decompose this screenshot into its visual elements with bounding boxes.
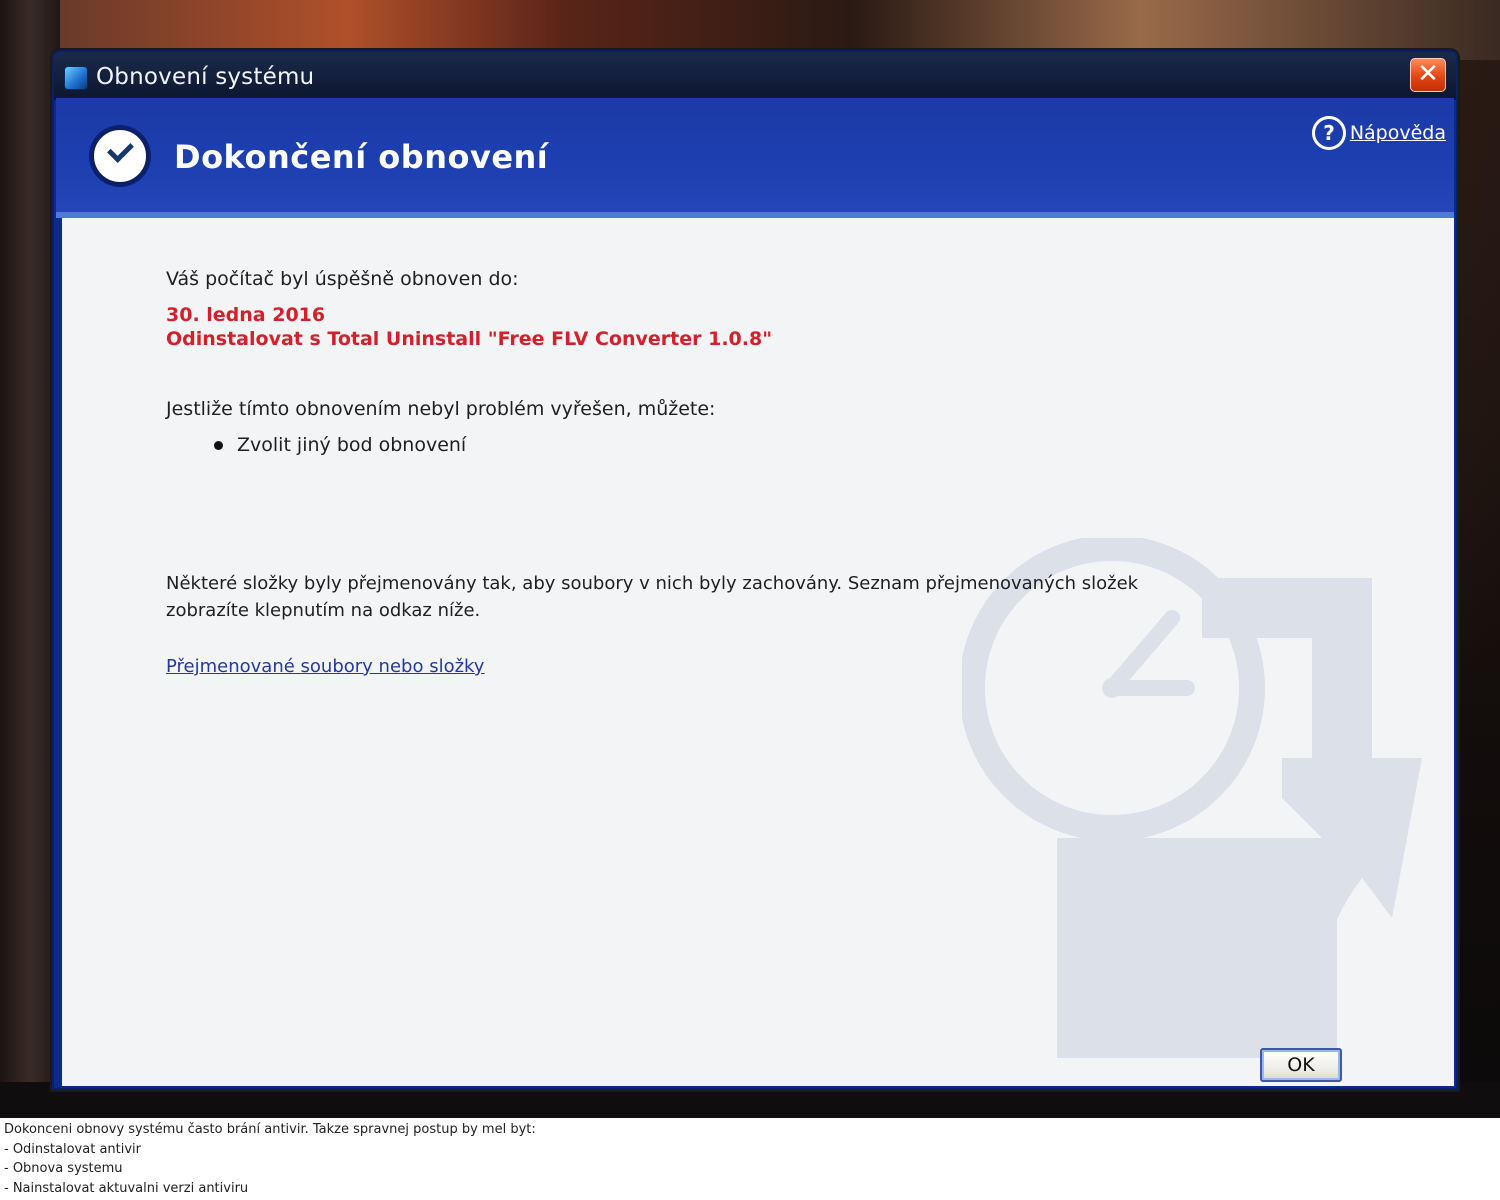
close-button[interactable]: ✕ bbox=[1410, 58, 1446, 92]
photo-background: Obnovení systému ✕ Dokončení obnovení ? … bbox=[0, 0, 1500, 1118]
page-title: Dokončení obnovení bbox=[174, 138, 549, 176]
restore-success-text: Váš počítač byl úspěšně obnoven do: bbox=[166, 268, 519, 290]
help-icon[interactable]: ? bbox=[1312, 116, 1346, 150]
checkmark-icon bbox=[92, 128, 148, 184]
list-item: Zvolit jiný bod obnovení bbox=[214, 434, 466, 456]
content-area: Váš počítač byl úspěšně obnoven do: 30. … bbox=[62, 218, 1454, 1086]
caption-line: Dokonceni obnovy systému často brání ant… bbox=[4, 1122, 536, 1137]
caption-line: - Odinstalovat antivir bbox=[4, 1141, 142, 1157]
header-band: Dokončení obnovení ? Nápověda bbox=[56, 98, 1454, 218]
title-bar[interactable]: Obnovení systému ✕ bbox=[54, 52, 1456, 100]
system-restore-window: Obnovení systému ✕ Dokončení obnovení ? … bbox=[52, 50, 1458, 1090]
restore-point-date: 30. ledna 2016 bbox=[166, 304, 326, 326]
bullet-icon bbox=[214, 441, 223, 450]
renamed-files-link[interactable]: Přejmenované soubory nebo složky bbox=[166, 656, 484, 677]
caption-line: - Obnova systemu bbox=[4, 1161, 123, 1176]
caption-line: - Nainstalovat aktuvalni verzi antiviru bbox=[4, 1180, 249, 1196]
restore-point-description: Odinstalovat s Total Uninstall "Free FLV… bbox=[166, 328, 773, 350]
system-restore-icon bbox=[64, 66, 88, 90]
caption: Dokonceni obnovy systému často brání ant… bbox=[4, 1120, 1494, 1198]
window-title: Obnovení systému bbox=[96, 64, 315, 90]
help-link[interactable]: Nápověda bbox=[1350, 122, 1446, 144]
desktop-wallpaper-left bbox=[0, 0, 60, 1118]
ok-button[interactable]: OK bbox=[1260, 1048, 1342, 1082]
not-solved-text: Jestliže tímto obnovením nebyl problém v… bbox=[166, 398, 716, 420]
renamed-folders-note: Některé složky byly přejmenovány tak, ab… bbox=[166, 573, 1139, 621]
option-choose-other-point: Zvolit jiný bod obnovení bbox=[237, 434, 467, 456]
